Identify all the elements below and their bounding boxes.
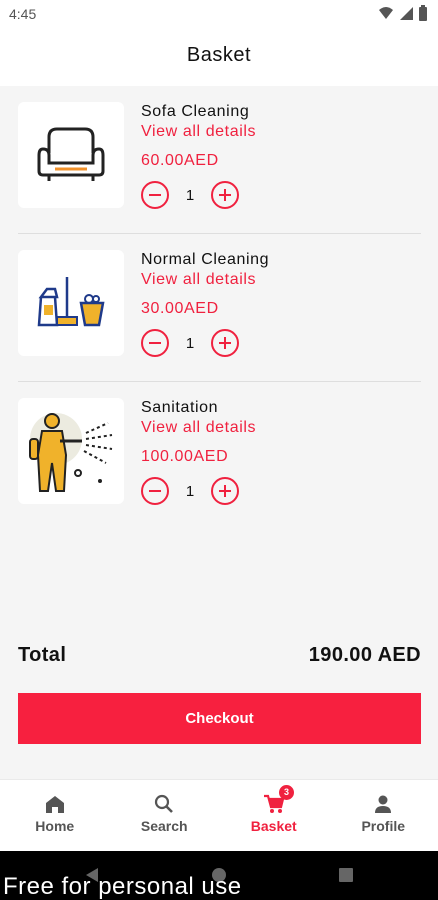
quantity-value: 1 [185,334,195,352]
item-thumbnail[interactable] [18,102,124,208]
view-details-link[interactable]: View all details [141,271,256,289]
decrease-quantity-button[interactable] [141,329,169,357]
nav-item-home[interactable]: Home [0,780,110,851]
increase-quantity-button[interactable] [211,181,239,209]
item-price: 30.00AED [141,300,219,317]
nav-label: Home [35,818,75,834]
status-bar: 4:45 [0,0,438,28]
item-name: Normal Cleaning [141,251,270,268]
quantity-stepper: 1 [141,181,239,209]
nav-item-basket[interactable]: 3 Basket [219,780,329,851]
home-icon [45,796,64,813]
nav-item-profile[interactable]: Profile [329,780,438,851]
nav-label: Basket [250,818,297,834]
recents-icon[interactable] [338,867,354,883]
item-price: 60.00AED [141,152,219,169]
quantity-value: 1 [185,482,195,500]
person-icon [375,795,392,813]
increase-quantity-button[interactable] [211,477,239,505]
view-details-link[interactable]: View all details [141,123,256,141]
minus-icon [149,194,161,196]
quantity-value: 1 [185,186,195,204]
quantity-stepper: 1 [141,477,239,505]
system-nav-bar: Free for personal use [0,851,438,900]
total-value: 190.00 AED [308,644,421,666]
increase-quantity-button[interactable] [211,329,239,357]
page-title: Basket [186,44,252,66]
quantity-stepper: 1 [141,329,239,357]
total-label: Total [18,644,67,666]
cleaning-supplies-icon [37,277,105,327]
minus-icon [149,490,161,492]
sofa-icon [37,127,105,181]
item-thumbnail[interactable] [18,250,124,356]
bottom-nav: Home Search 3 Basket Profile [0,779,438,851]
view-details-link[interactable]: View all details [141,419,256,437]
basket-item: Sofa Cleaning View all details 60.00AED … [0,86,438,234]
app-bar: Basket [0,28,438,86]
item-name: Sofa Cleaning [141,103,250,120]
status-icons [378,5,428,21]
item-thumbnail[interactable] [18,398,124,504]
nav-label: Search [140,818,188,834]
search-icon [155,794,174,813]
item-price: 100.00AED [141,448,229,465]
cart-count-badge: 3 [279,785,294,800]
decrease-quantity-button[interactable] [141,181,169,209]
basket-item: Sanitation View all details 100.00AED 1 [0,382,438,530]
nav-label: Profile [361,818,406,834]
status-time: 4:45 [9,6,37,22]
wifi-icon [379,7,393,19]
signal-icon [400,7,413,20]
battery-icon [419,5,427,21]
basket-item: Normal Cleaning View all details 30.00AE… [0,234,438,382]
watermark-text: Free for personal use [3,873,242,900]
sanitation-worker-icon [29,413,113,492]
decrease-quantity-button[interactable] [141,477,169,505]
item-name: Sanitation [141,399,219,416]
minus-icon [149,342,161,344]
nav-item-search[interactable]: Search [110,780,220,851]
checkout-button[interactable]: Checkout [18,693,421,744]
